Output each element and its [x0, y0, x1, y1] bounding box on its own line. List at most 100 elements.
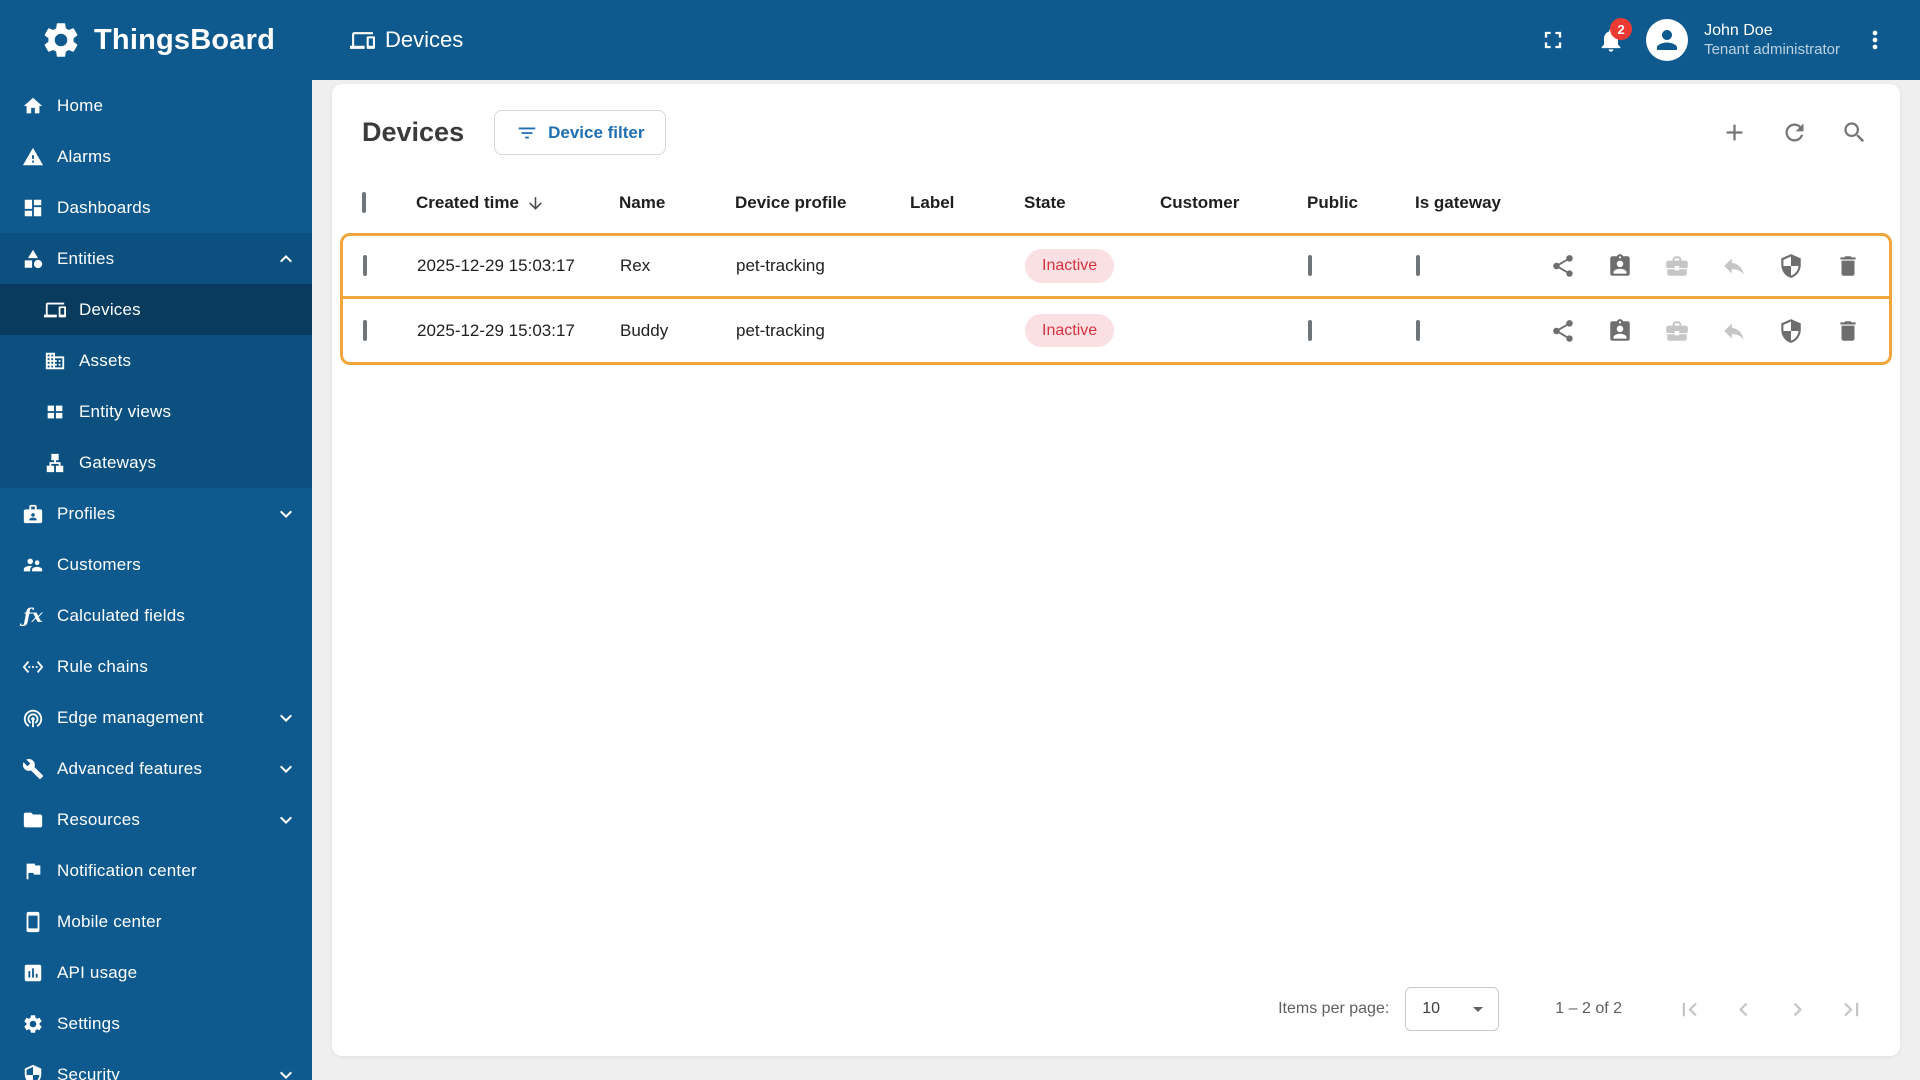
cell-device-profile: pet-tracking: [736, 256, 825, 275]
delete-button[interactable]: [1828, 311, 1868, 351]
sidebar-item-rule-chains[interactable]: Rule chains: [0, 641, 312, 692]
chevron-left-icon: [1738, 1002, 1747, 1016]
pagination-range-label: 1 – 2 of 2: [1555, 1000, 1622, 1017]
previous-page-button[interactable]: [1716, 987, 1770, 1031]
row-actions: [1543, 311, 1875, 351]
sidebar-item-notification-center[interactable]: Notification center: [0, 845, 312, 896]
column-header-is-gateway[interactable]: Is gateway: [1415, 193, 1542, 213]
reply-arrow-icon: [1724, 258, 1744, 275]
refresh-button[interactable]: [1772, 111, 1816, 155]
cell-created-time: 2025-12-29 15:03:17: [417, 256, 575, 275]
user-menu-button[interactable]: [1852, 17, 1898, 63]
share-button[interactable]: [1543, 311, 1583, 351]
status-badge: Inactive: [1025, 313, 1115, 348]
top-bar: ThingsBoard Devices 2 John Doe Tenant ad…: [0, 0, 1920, 80]
thingsboard-logo-icon: [44, 23, 78, 57]
search-button[interactable]: [1832, 111, 1876, 155]
sidebar-item-settings[interactable]: Settings: [0, 998, 312, 1049]
chevron-down-icon: [280, 765, 292, 773]
page-title: Devices: [362, 117, 465, 147]
sort-desc-icon: [529, 196, 542, 210]
sidebar-item-mobile-center[interactable]: Mobile center: [0, 896, 312, 947]
sidebar-item-gateways[interactable]: Gateways: [0, 437, 312, 488]
sidebar-item-label: Resources: [57, 809, 141, 829]
manage-credentials-button[interactable]: [1771, 311, 1811, 351]
items-per-page-select[interactable]: 10: [1405, 987, 1500, 1031]
sidebar-item-entities[interactable]: Entities: [0, 233, 312, 284]
sidebar-item-label: Mobile center: [57, 911, 162, 931]
column-header-customer[interactable]: Customer: [1160, 193, 1307, 213]
column-header-device-profile[interactable]: Device profile: [735, 193, 910, 213]
sidebar-item-calculated-fields[interactable]: ƒx Calculated fields: [0, 590, 312, 641]
table-row[interactable]: 2025-12-29 15:03:17 Rex pet-tracking Ina…: [340, 233, 1892, 299]
flag-icon: [26, 863, 41, 879]
chevron-down-icon: [280, 1071, 292, 1079]
assign-to-customer-button[interactable]: [1600, 311, 1640, 351]
row-checkbox[interactable]: [363, 255, 367, 276]
manage-credentials-button[interactable]: [1771, 246, 1811, 286]
sidebar-item-edge-management[interactable]: Edge management: [0, 692, 312, 743]
is-gateway-checkbox[interactable]: [1416, 319, 1420, 341]
assign-to-customer-button[interactable]: [1600, 246, 1640, 286]
sidebar-item-resources[interactable]: Resources: [0, 794, 312, 845]
row-checkbox[interactable]: [363, 319, 367, 341]
sidebar-item-entity-views[interactable]: Entity views: [0, 386, 312, 437]
search-icon: [1843, 122, 1864, 143]
share-button[interactable]: [1543, 246, 1583, 286]
column-header-label[interactable]: Label: [910, 193, 1024, 213]
function-icon: ƒx: [23, 604, 43, 627]
public-checkbox[interactable]: [1308, 319, 1312, 341]
sidebar-item-api-usage[interactable]: API usage: [0, 947, 312, 998]
person-icon: [1657, 30, 1678, 50]
sidebar-item-advanced-features[interactable]: Advanced features: [0, 743, 312, 794]
badge-icon: [23, 504, 43, 523]
sidebar-item-label: Alarms: [57, 146, 112, 166]
delete-button[interactable]: [1828, 246, 1868, 286]
sidebar-item-dashboards[interactable]: Dashboards: [0, 182, 312, 233]
table-row[interactable]: 2025-12-29 15:03:17 Buddy pet-tracking I…: [340, 299, 1892, 365]
sidebar-item-profiles[interactable]: Profiles: [0, 488, 312, 539]
avatar[interactable]: [1646, 19, 1689, 61]
sidebar-item-devices[interactable]: Devices: [0, 284, 312, 335]
device-filter-button[interactable]: Device filter: [494, 110, 667, 155]
sidebar-item-label: Profiles: [57, 503, 116, 523]
column-header-name[interactable]: Name: [619, 193, 735, 213]
cell-name: Buddy: [620, 320, 669, 340]
sidebar-item-home[interactable]: Home: [0, 80, 312, 131]
assignment-person-icon: [1610, 318, 1630, 341]
sidebar-item-alarms[interactable]: Alarms: [0, 131, 312, 182]
notifications-button[interactable]: 2: [1588, 17, 1634, 63]
chevron-up-icon: [280, 254, 292, 262]
last-page-button[interactable]: [1824, 987, 1878, 1031]
table-header-row: Created time Name Device profile Label S…: [332, 173, 1900, 233]
fullscreen-button[interactable]: [1530, 17, 1576, 63]
devices-icon: [44, 302, 66, 317]
column-header-state[interactable]: State: [1024, 193, 1160, 213]
sidebar-item-label: Notification center: [57, 860, 197, 880]
fullscreen-icon: [1544, 31, 1562, 49]
first-page-button[interactable]: [1662, 987, 1716, 1031]
ethernet-icon: [22, 660, 44, 673]
sidebar-item-assets[interactable]: Assets: [0, 335, 312, 386]
add-device-button[interactable]: [1712, 111, 1756, 155]
sidebar-item-label: Devices: [79, 299, 141, 319]
gear-icon: [24, 1014, 42, 1033]
thingsboard-app: ThingsBoard Devices 2 John Doe Tenant ad…: [0, 0, 1920, 1080]
next-page-button[interactable]: [1770, 987, 1824, 1031]
chevron-down-icon: [280, 510, 292, 518]
last-page-icon: [1843, 1002, 1858, 1016]
logo[interactable]: ThingsBoard: [0, 19, 312, 61]
column-header-public[interactable]: Public: [1307, 193, 1415, 213]
sidebar-item-security[interactable]: Security: [0, 1049, 312, 1080]
manage-edge-button: [1657, 311, 1697, 351]
is-gateway-checkbox[interactable]: [1416, 255, 1420, 276]
items-per-page-value: 10: [1422, 1000, 1441, 1017]
sidebar-item-label: Settings: [57, 1013, 121, 1033]
sidebar-item-customers[interactable]: Customers: [0, 539, 312, 590]
select-all-checkbox[interactable]: [362, 192, 366, 213]
public-checkbox[interactable]: [1308, 255, 1312, 276]
column-header-created-time[interactable]: Created time: [416, 193, 619, 213]
lan-icon: [46, 453, 64, 472]
sidebar-group-entities: Entities Devices Assets Entity views Gat…: [0, 233, 312, 488]
breadcrumb: Devices: [350, 27, 463, 53]
